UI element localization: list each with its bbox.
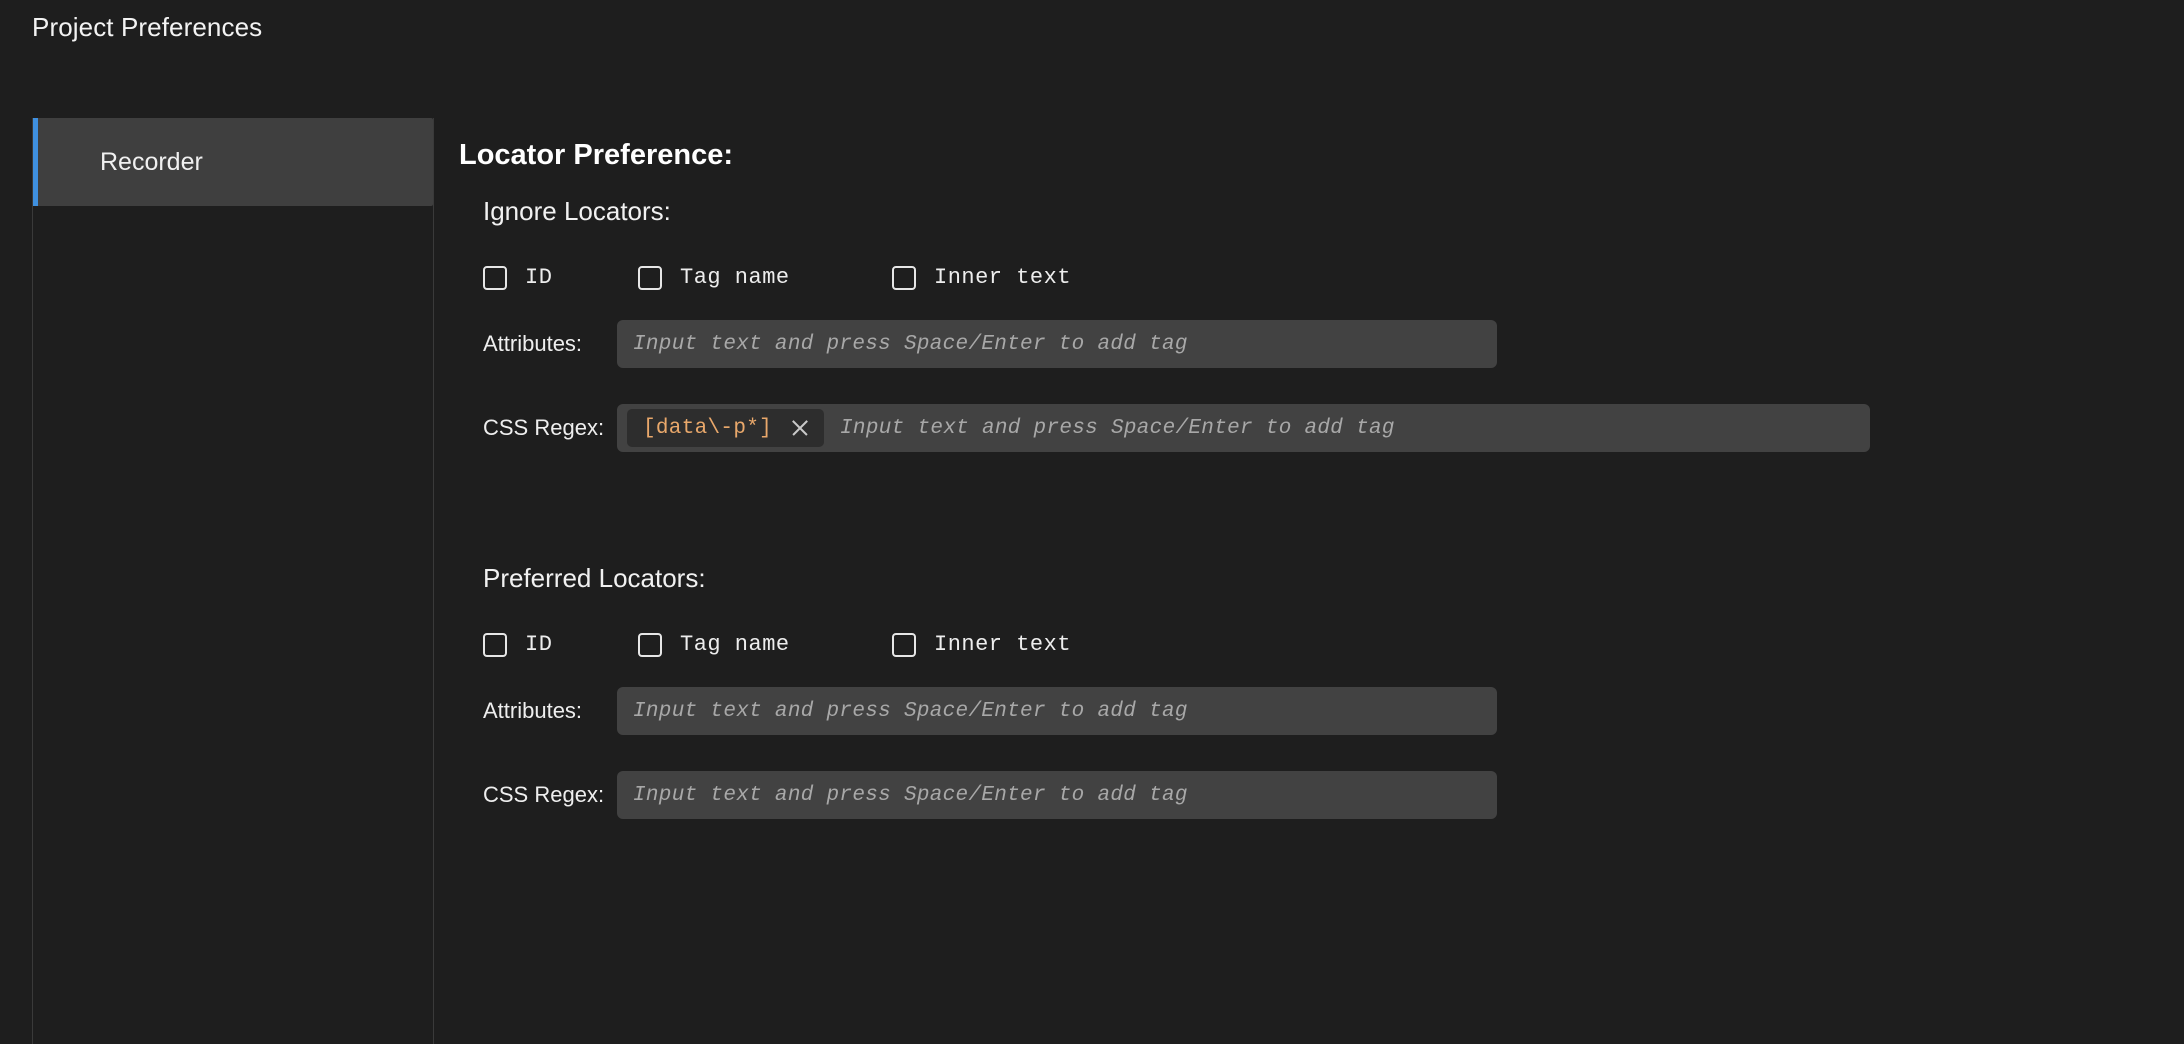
checkbox-ignore-inner-text[interactable]: Inner text bbox=[892, 265, 1071, 290]
checkbox-label: Tag name bbox=[680, 265, 790, 290]
sidebar-item-recorder[interactable]: Recorder bbox=[33, 118, 433, 206]
checkbox-preferred-tag-name[interactable]: Tag name bbox=[638, 632, 892, 657]
input-placeholder: Input text and press Space/Enter to add … bbox=[627, 784, 1188, 807]
preferred-attributes-input[interactable]: Input text and press Space/Enter to add … bbox=[617, 687, 1497, 735]
field-label: Attributes: bbox=[483, 331, 617, 357]
preferences-body: Recorder Locator Preference: Ignore Loca… bbox=[0, 118, 2184, 1044]
page-title: Project Preferences bbox=[32, 12, 262, 43]
sidebar: Recorder bbox=[32, 118, 434, 1044]
checkbox-label: Inner text bbox=[934, 265, 1071, 290]
checkbox-box-icon[interactable] bbox=[483, 266, 507, 290]
tag-chip[interactable]: [data\-p*] bbox=[627, 409, 824, 447]
checkbox-box-icon[interactable] bbox=[892, 266, 916, 290]
checkbox-label: ID bbox=[525, 632, 552, 657]
ignore-checkbox-row: ID Tag name Inner text bbox=[483, 265, 2184, 290]
ignore-attributes-input[interactable]: Input text and press Space/Enter to add … bbox=[617, 320, 1497, 368]
close-icon[interactable] bbox=[790, 418, 810, 438]
group-preferred-locators: Preferred Locators: ID Tag name Inner te… bbox=[459, 563, 2184, 819]
content-panel: Locator Preference: Ignore Locators: ID … bbox=[435, 118, 2184, 1044]
checkbox-label: Inner text bbox=[934, 632, 1071, 657]
field-label: Attributes: bbox=[483, 698, 617, 724]
checkbox-ignore-tag-name[interactable]: Tag name bbox=[638, 265, 892, 290]
field-row-preferred-css-regex: CSS Regex: Input text and press Space/En… bbox=[483, 771, 2184, 819]
field-row-ignore-css-regex: CSS Regex: [data\-p*] Input text and pre… bbox=[483, 404, 2184, 452]
input-placeholder: Input text and press Space/Enter to add … bbox=[834, 417, 1395, 440]
section-title: Locator Preference: bbox=[459, 139, 733, 172]
preferred-css-regex-input[interactable]: Input text and press Space/Enter to add … bbox=[617, 771, 1497, 819]
input-placeholder: Input text and press Space/Enter to add … bbox=[627, 700, 1188, 723]
sidebar-item-label: Recorder bbox=[100, 148, 203, 177]
input-placeholder: Input text and press Space/Enter to add … bbox=[627, 333, 1188, 356]
group-ignore-locators: Ignore Locators: ID Tag name Inner text bbox=[459, 196, 2184, 452]
preferred-checkbox-row: ID Tag name Inner text bbox=[483, 632, 2184, 657]
checkbox-ignore-id[interactable]: ID bbox=[483, 265, 638, 290]
checkbox-box-icon[interactable] bbox=[638, 633, 662, 657]
checkbox-preferred-id[interactable]: ID bbox=[483, 632, 638, 657]
tag-chip-label: [data\-p*] bbox=[643, 417, 772, 440]
group-title: Preferred Locators: bbox=[483, 563, 2184, 594]
field-row-ignore-attributes: Attributes: Input text and press Space/E… bbox=[483, 320, 2184, 368]
checkbox-box-icon[interactable] bbox=[892, 633, 916, 657]
group-title: Ignore Locators: bbox=[483, 196, 2184, 227]
checkbox-box-icon[interactable] bbox=[638, 266, 662, 290]
checkbox-box-icon[interactable] bbox=[483, 633, 507, 657]
field-label: CSS Regex: bbox=[483, 782, 617, 808]
selected-accent-bar bbox=[33, 118, 38, 206]
ignore-css-regex-input[interactable]: [data\-p*] Input text and press Space/En… bbox=[617, 404, 1870, 452]
field-row-preferred-attributes: Attributes: Input text and press Space/E… bbox=[483, 687, 2184, 735]
checkbox-label: ID bbox=[525, 265, 552, 290]
checkbox-preferred-inner-text[interactable]: Inner text bbox=[892, 632, 1071, 657]
checkbox-label: Tag name bbox=[680, 632, 790, 657]
field-label: CSS Regex: bbox=[483, 415, 617, 441]
